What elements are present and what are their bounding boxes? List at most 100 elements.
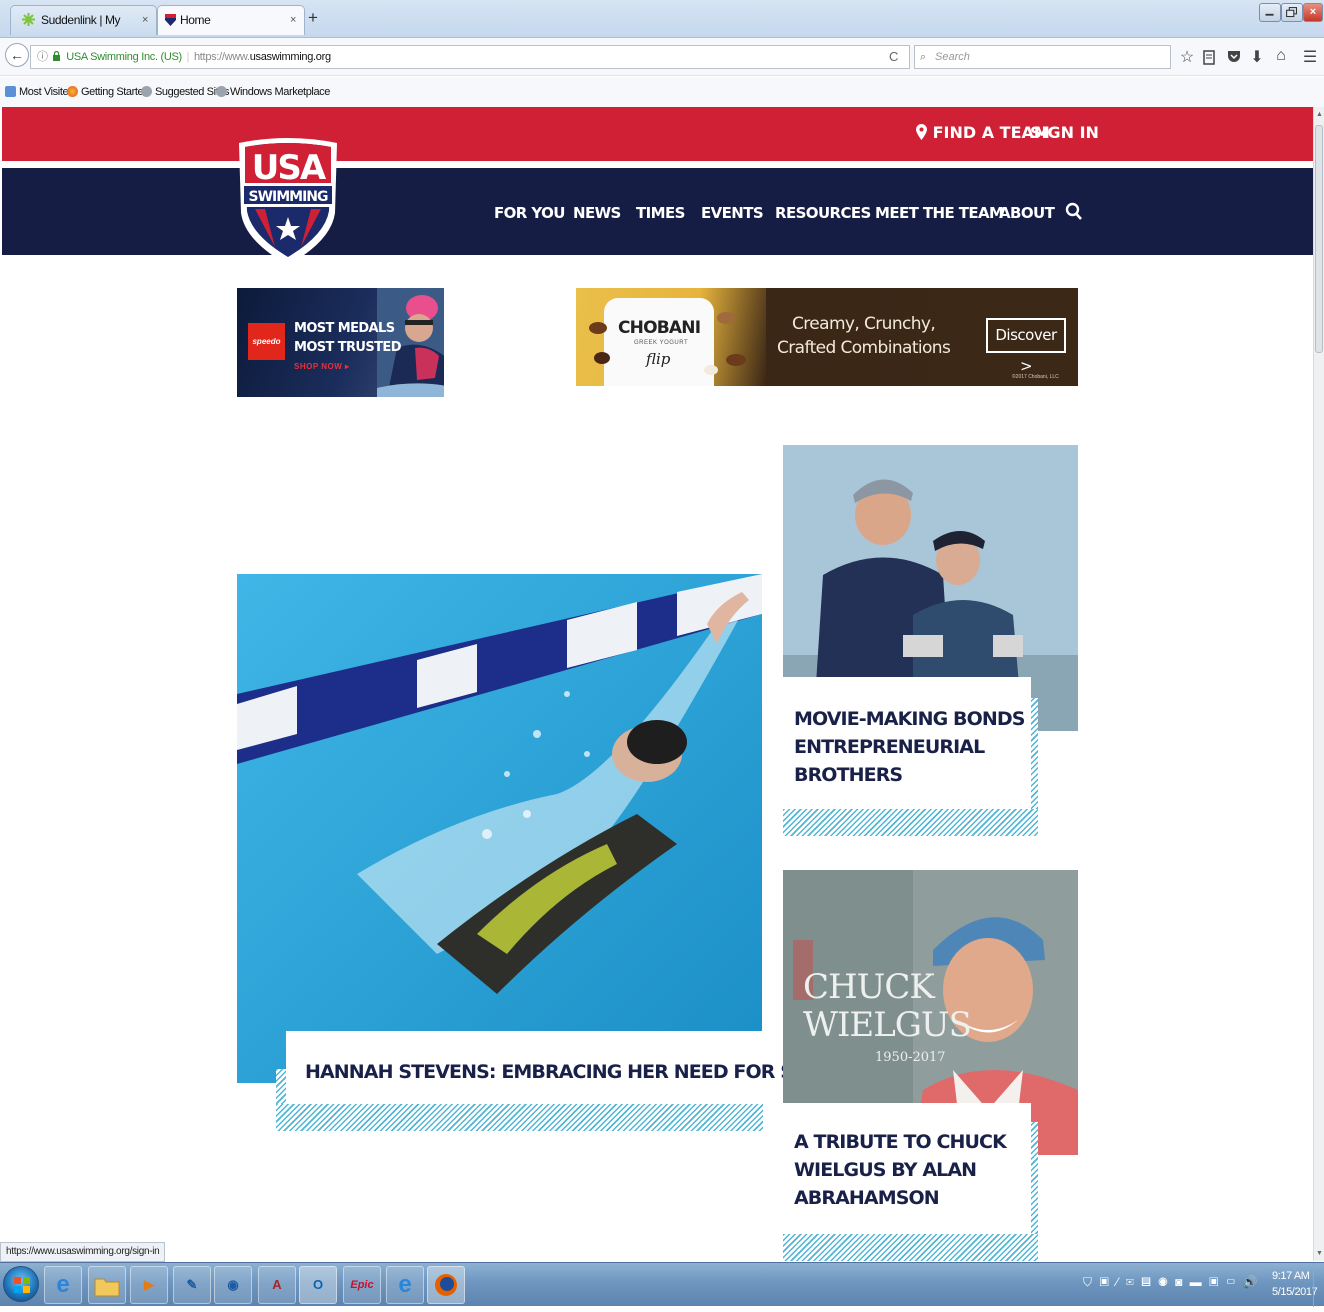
chobani-product: flip (646, 350, 671, 368)
portrait-caption-name: CHUCK WIELGUS (803, 967, 972, 1045)
speedo-shop-now[interactable]: SHOP NOW ▸ (294, 362, 350, 371)
search-input[interactable]: ⌕ Search (914, 45, 1171, 69)
system-tray-icons[interactable]: ⛉ ▣ ⁄ ✉ ▤ ◉ ◙ ▬ ▣ ▭ 🔊 (1083, 1275, 1260, 1290)
nav-news[interactable]: NEWS (573, 204, 621, 222)
clock-time[interactable]: 9:17 AM (1272, 1270, 1310, 1282)
restore-icon (1286, 7, 1298, 18)
taskbar-notes-icon[interactable]: ✎ (173, 1266, 211, 1304)
minimize-button[interactable] (1259, 3, 1281, 22)
speedo-headline-2: MOST TRUSTED (294, 340, 401, 355)
scroll-down-arrow-icon[interactable]: ▼ (1316, 1250, 1323, 1257)
window-close-button[interactable]: × (1303, 3, 1323, 22)
utility-bar (2, 107, 1313, 161)
speedo-logo: speedo (248, 323, 285, 360)
taskbar-ie-icon[interactable]: e (44, 1266, 82, 1304)
url-protocol: https://www. (193, 51, 250, 63)
feature-story-card[interactable]: HANNAH STEVENS: EMBRACING HER NEED FOR S… (286, 1031, 846, 1104)
windows-logo-icon (14, 1277, 30, 1293)
bookmark-star-icon[interactable]: ☆ (1178, 47, 1196, 67)
bookmark-most-visited[interactable]: Most Visited (5, 86, 74, 98)
close-tab-icon[interactable]: × (142, 6, 148, 34)
svg-text:SWIMMING: SWIMMING (248, 189, 328, 205)
discover-button[interactable]: Discover > (986, 318, 1066, 375)
usa-swimming-logo[interactable]: USA SWIMMING (235, 137, 341, 265)
tab-suddenlink[interactable]: Suddenlink | My Account -... × (10, 5, 157, 55)
site-search-icon[interactable] (1065, 202, 1083, 222)
search-placeholder: Search (935, 51, 970, 63)
scroll-up-arrow-icon[interactable]: ▲ (1316, 111, 1323, 118)
svg-text:USA: USA (252, 148, 327, 188)
chobani-copyright: ©2017 Chobani, LLC (1012, 374, 1059, 380)
nav-about[interactable]: ABOUT (999, 204, 1055, 222)
navigation-bar: ← ⓘ USA Swimming Inc. (US) | https://www… (0, 38, 1324, 76)
taskbar-firefox-icon[interactable] (427, 1266, 465, 1304)
clock-date[interactable]: 5/15/2017 (1272, 1286, 1318, 1298)
side-story-2-title[interactable]: A TRIBUTE TO CHUCK WIELGUS BY ALAN ABRAH… (794, 1128, 1007, 1212)
chobani-ad-banner[interactable]: CHOBANI GREEK YOGURT flip Creamy, Crunch… (576, 288, 1078, 386)
reading-list-icon[interactable] (1200, 49, 1218, 65)
search-icon: ⌕ (920, 51, 927, 63)
globe-icon (216, 86, 227, 97)
close-tab-icon[interactable]: × (290, 6, 296, 34)
lock-icon (53, 50, 61, 61)
backstroke-swimmer-image (237, 574, 762, 1083)
bookmarks-bar: Most Visited Getting Started Suggested S… (0, 77, 1324, 107)
nav-for-you[interactable]: FOR YOU (494, 204, 565, 222)
most-visited-icon (5, 86, 16, 97)
portrait-caption-dates: 1950-2017 (875, 1050, 946, 1065)
taskbar-outlook-icon[interactable]: O (299, 1266, 337, 1304)
usa-swimming-favicon-icon (165, 14, 176, 26)
download-icon[interactable]: ⬇ (1248, 47, 1266, 67)
taskbar-media-icon[interactable]: ▶ (130, 1266, 168, 1304)
chobani-subbrand: GREEK YOGURT (634, 340, 689, 346)
menu-icon[interactable]: ☰ (1301, 47, 1319, 67)
side-story-1-title[interactable]: MOVIE-MAKING BONDS ENTREPRENEURIAL BROTH… (794, 705, 1025, 789)
taskbar-explorer-icon[interactable] (88, 1266, 126, 1304)
side-1-stripe-accent (783, 809, 1038, 836)
page-scrollbar[interactable]: ▲ ▼ (1313, 107, 1324, 1261)
nav-times[interactable]: TIMES (636, 204, 685, 222)
chobani-headline-1: Creamy, Crunchy, (792, 314, 936, 334)
info-icon[interactable]: ⓘ (37, 51, 48, 63)
site-identity[interactable]: USA Swimming Inc. (US) (66, 51, 182, 63)
url-bar[interactable]: ⓘ USA Swimming Inc. (US) | https://www.u… (30, 45, 910, 69)
reload-icon[interactable]: C (889, 46, 898, 68)
bookmark-getting-started[interactable]: Getting Started (67, 86, 149, 98)
sign-in-link[interactable]: SIGN IN (1030, 123, 1099, 142)
feature-stripe-accent (276, 1104, 763, 1131)
windows-taskbar: e ▶ ✎ ◉ A O Epic e ⛉ ▣ ⁄ ✉ ▤ ◉ ◙ ▬ ▣ ▭ 🔊… (0, 1262, 1324, 1307)
scroll-thumb[interactable] (1315, 125, 1323, 353)
bookmark-windows-marketplace[interactable]: Windows Marketplace (216, 86, 330, 98)
back-button[interactable]: ← (5, 43, 29, 67)
firefox-icon (67, 86, 78, 97)
restore-button[interactable] (1281, 3, 1303, 22)
show-desktop-button[interactable] (1313, 1263, 1324, 1307)
nav-resources[interactable]: RESOURCES (775, 204, 871, 222)
nav-events[interactable]: EVENTS (701, 204, 764, 222)
globe-icon (141, 86, 152, 97)
location-pin-icon (916, 124, 927, 140)
taskbar-ie2-icon[interactable]: e (386, 1266, 424, 1304)
tab-home[interactable]: Home × (157, 5, 305, 35)
side-story-1-card[interactable]: MOVIE-MAKING BONDS ENTREPRENEURIAL BROTH… (783, 677, 1031, 809)
pocket-icon[interactable] (1225, 49, 1243, 65)
taskbar-epic-icon[interactable]: Epic (343, 1266, 381, 1304)
tab-bar: Suddenlink | My Account -... × Home × + … (0, 0, 1324, 55)
nav-meet-the-team[interactable]: MEET THE TEAM (875, 204, 1004, 222)
speedo-ad-banner[interactable]: speedo MOST MEDALS MOST TRUSTED SHOP NOW… (237, 288, 444, 397)
home-icon[interactable]: ⌂ (1272, 47, 1290, 65)
side-2-stripe-accent (783, 1234, 1038, 1261)
start-button[interactable] (3, 1266, 39, 1302)
header-divider (2, 161, 1313, 168)
minimize-icon (1265, 13, 1274, 16)
status-bar-url: https://www.usaswimming.org/sign-in (0, 1242, 166, 1262)
side-story-2-card[interactable]: A TRIBUTE TO CHUCK WIELGUS BY ALAN ABRAH… (783, 1103, 1031, 1234)
taskbar-access-icon[interactable]: A (258, 1266, 296, 1304)
taskbar-app5-icon[interactable]: ◉ (214, 1266, 252, 1304)
feature-story-image[interactable] (237, 574, 762, 1083)
feature-story-title[interactable]: HANNAH STEVENS: EMBRACING HER NEED FOR S… (305, 1061, 846, 1083)
firefox-icon (435, 1274, 457, 1296)
tab-label: Home (180, 13, 211, 27)
suddenlink-favicon-icon (22, 13, 35, 26)
new-tab-button[interactable]: + (308, 8, 318, 28)
